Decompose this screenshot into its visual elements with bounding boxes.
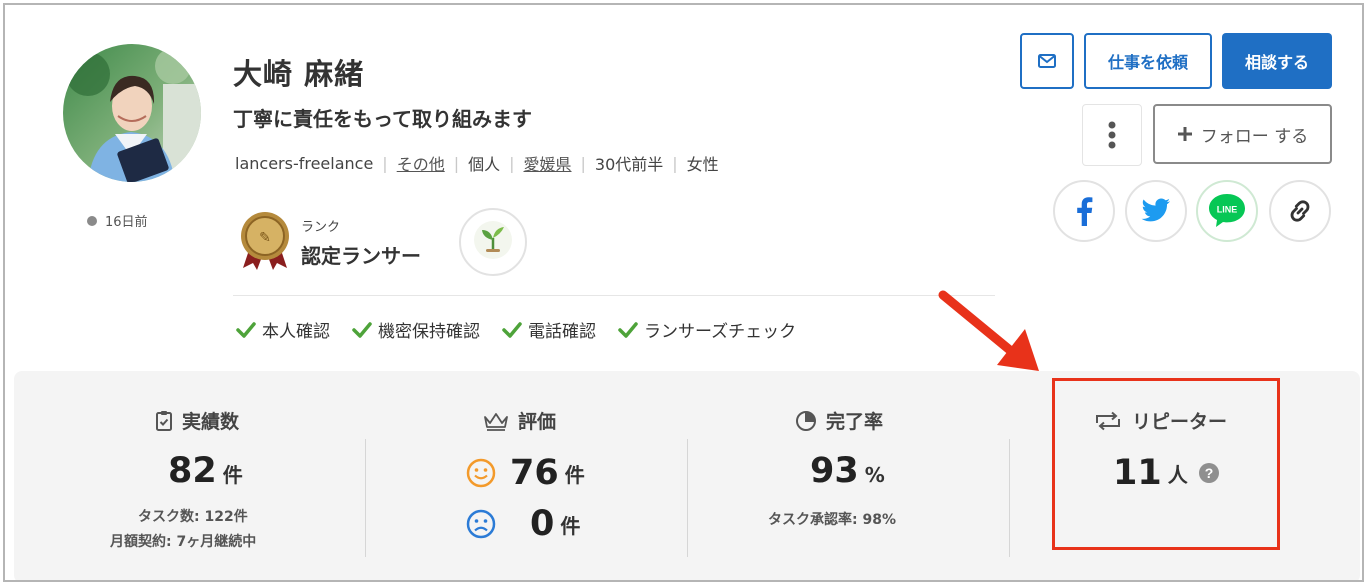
profile-meta: lancers-freelance | その他 | 個人 | 愛媛県 | 30代… (235, 151, 719, 175)
last-seen: 16日前 (87, 211, 148, 230)
meta-username: lancers-freelance (235, 153, 374, 173)
plus-icon (1177, 127, 1192, 141)
pie-chart-icon (796, 410, 816, 431)
stat-kanryo-unit: % (864, 463, 885, 487)
meta-separator: | (509, 153, 515, 173)
sprout-icon (473, 220, 513, 264)
verification-label: ランサーズチェック (644, 322, 797, 342)
meta-type: 個人 (468, 155, 501, 174)
stat-jisseki-monthly: 月額契約: 7ヶ月継続中 (110, 534, 257, 550)
svg-text:✎: ✎ (259, 230, 271, 246)
stat-hyoka-label: 評価 (518, 411, 557, 433)
stat-jisseki-label: 実績数 (182, 411, 240, 433)
verification-item: 機密保持確認 (352, 317, 480, 342)
mail-icon (1038, 54, 1056, 68)
clipboard-check-icon (156, 410, 172, 431)
stat-hyoka-good-unit: 件 (564, 462, 585, 487)
follow-button[interactable]: フォロー する (1153, 104, 1332, 164)
facebook-icon (1077, 197, 1093, 226)
divider (233, 295, 995, 296)
facebook-share-button[interactable] (1053, 180, 1115, 242)
line-label: LINE (1217, 205, 1238, 215)
meta-separator: | (580, 153, 586, 173)
stat-hyoka-bad-unit: 件 (560, 513, 581, 538)
rank-medal-icon: ✎ (237, 210, 293, 274)
rank-badge[interactable]: ✎ ランク 認定ランサー (237, 210, 421, 274)
check-icon (618, 321, 638, 338)
twitter-icon (1141, 198, 1170, 222)
meta-separator: | (382, 153, 388, 173)
meta-gender: 女性 (686, 155, 719, 174)
stat-hyoka-good-number: 76 (510, 453, 559, 493)
meta-separator: | (453, 153, 460, 173)
stat-jisseki-number: 82 (168, 451, 217, 491)
status-dot-icon (87, 215, 97, 226)
verification-label: 本人確認 (262, 322, 330, 342)
rank-label: ランク (301, 219, 341, 235)
more-options-button[interactable] (1082, 104, 1142, 166)
column-divider (687, 439, 688, 557)
stat-kanryo-approval: タスク承認率: 98% (768, 512, 896, 528)
stat-jisseki-tasks: タスク数: 122件 (138, 509, 248, 525)
sprout-badge[interactable] (459, 208, 527, 276)
profile-name: 大崎 麻緒 (233, 57, 365, 91)
stat-kanryo-label: 完了率 (826, 411, 884, 433)
check-icon (502, 321, 522, 338)
stat-kanryo-value: 93 % (810, 451, 885, 491)
meta-separator: | (672, 153, 678, 173)
request-job-button[interactable]: 仕事を依頼 (1084, 33, 1212, 89)
check-icon (352, 321, 372, 338)
verification-label: 電話確認 (528, 322, 596, 342)
repeater-highlight-box (1052, 378, 1280, 550)
verification-label: 機密保持確認 (378, 322, 480, 342)
column-divider (365, 439, 366, 557)
line-share-button[interactable]: LINE (1196, 180, 1258, 242)
avatar[interactable] (63, 44, 201, 182)
copy-link-button[interactable] (1269, 180, 1331, 242)
annotation-arrow-icon (938, 290, 1039, 371)
vertical-dots-icon (1108, 121, 1116, 149)
stat-hyoka-bad: 0 件 (466, 504, 580, 544)
stat-jisseki-header: 実績数 (155, 407, 239, 434)
link-icon (1290, 200, 1310, 222)
follow-label: フォロー する (1200, 126, 1309, 147)
stat-hyoka-good: 76 件 (466, 453, 585, 493)
stat-jisseki-unit: 件 (222, 463, 243, 487)
last-seen-text: 16日前 (105, 215, 148, 230)
verification-list: 本人確認 機密保持確認 電話確認 ランサーズチェック (236, 317, 796, 342)
meta-prefecture-link[interactable]: 愛媛県 (524, 151, 572, 175)
profile-card: 16日前 大崎 麻緒 丁寧に責任をもって取り組みます lancers-freel… (3, 3, 1364, 582)
smile-icon (466, 458, 496, 488)
sad-icon (466, 509, 496, 539)
stat-kanryo-header: 完了率 (795, 407, 883, 434)
meta-category-link[interactable]: その他 (397, 151, 445, 175)
verification-item: 本人確認 (236, 317, 330, 342)
meta-age: 30代前半 (594, 155, 664, 174)
consult-button[interactable]: 相談する (1222, 33, 1332, 89)
message-button[interactable] (1020, 33, 1074, 89)
stat-hyoka-header: 評価 (483, 407, 556, 434)
check-icon (236, 321, 256, 338)
crown-icon (484, 412, 508, 431)
stat-kanryo-number: 93 (810, 451, 859, 491)
twitter-share-button[interactable] (1125, 180, 1187, 242)
line-icon: LINE (1209, 194, 1245, 227)
stat-jisseki-value: 82 件 (168, 451, 243, 491)
verification-item: ランサーズチェック (618, 317, 796, 342)
rank-value: 認定ランサー (301, 243, 421, 268)
profile-tagline: 丁寧に責任をもって取り組みます (233, 107, 532, 131)
stat-hyoka-bad-number: 0 (530, 504, 555, 544)
verification-item: 電話確認 (502, 317, 596, 342)
column-divider (1009, 439, 1010, 557)
